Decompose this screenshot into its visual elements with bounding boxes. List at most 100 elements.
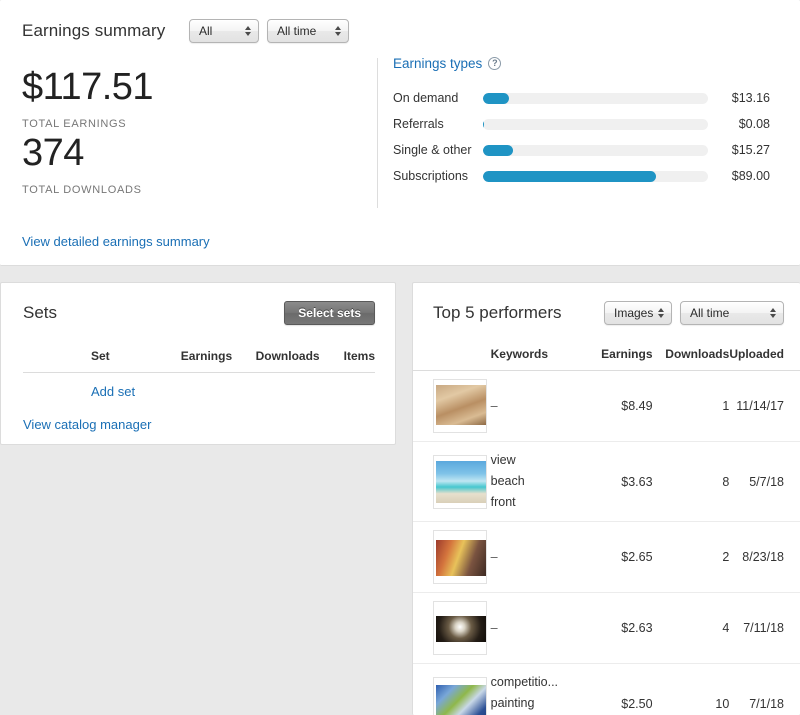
perf-col-thumbnail: [413, 347, 491, 371]
earnings-type-bar-track: [483, 144, 708, 156]
total-downloads-value: 374: [22, 132, 84, 174]
table-row[interactable]: – $2.65 2 8/23/18: [413, 521, 800, 593]
view-detailed-earnings-link[interactable]: View detailed earnings summary: [22, 234, 210, 249]
keyword-tag[interactable]: front: [491, 492, 581, 513]
earnings-type-amount: $13.16: [731, 91, 770, 105]
earnings-type-row: On demand $13.16: [393, 85, 770, 111]
thumbnail-street[interactable]: [433, 530, 487, 584]
earnings-type-label: Single & other: [393, 143, 472, 157]
thumbnail-painting[interactable]: [433, 676, 487, 715]
perf-col-downloads: Downloads: [652, 347, 730, 371]
vertical-divider: [377, 58, 378, 208]
earnings-type-bar-track: [483, 92, 708, 104]
thumbnail-cell: [413, 663, 491, 715]
thumbnail-cell: [413, 441, 491, 522]
summary-left-column: Earnings summary All All time $117.51 TO…: [0, 0, 377, 265]
table-row[interactable]: – $2.63 4 7/11/18: [413, 592, 800, 664]
earnings-type-bar-fill: [483, 144, 513, 156]
question-mark-icon[interactable]: ?: [488, 57, 502, 70]
sets-table-body: Add set: [23, 373, 375, 400]
thumbnail-image: [436, 385, 486, 425]
keywords-cell: –: [490, 370, 581, 442]
summary-header: Earnings summary All All time: [22, 16, 355, 46]
period-select-value: All time: [277, 24, 317, 38]
keyword-tag[interactable]: competitio...: [491, 672, 581, 693]
earnings-type-amount: $15.27: [731, 143, 770, 157]
earnings-type-bar-fill: [483, 170, 657, 182]
earnings-type-row: Subscriptions $89.00: [393, 163, 770, 189]
earnings-summary-panel: Earnings summary All All time $117.51 TO…: [0, 0, 800, 266]
summary-filters: All All time: [189, 19, 355, 43]
thumbnail-beach[interactable]: [433, 454, 487, 509]
uploaded-cell: 7/1/18: [729, 663, 800, 715]
earnings-type-label: Referrals: [393, 117, 444, 131]
keyword-tag[interactable]: view: [491, 450, 581, 471]
uploaded-cell: 8/23/18: [729, 521, 800, 593]
asset-type-select-value: Images: [614, 306, 654, 320]
keyword-tag[interactable]: painting: [491, 693, 581, 714]
scope-select[interactable]: All: [189, 19, 259, 43]
asset-type-select[interactable]: Images: [604, 301, 672, 325]
keywords-cell: –: [490, 521, 581, 593]
thumbnail-image: [436, 460, 486, 503]
select-sets-button[interactable]: Select sets: [284, 301, 375, 325]
table-row[interactable]: competitio...paintingkid$2.50107/1/18: [413, 663, 800, 715]
stepper-icon: [245, 26, 251, 36]
thumbnail-night[interactable]: [433, 601, 487, 655]
thumbnail-cell: [413, 370, 491, 442]
top-performers-header: Top 5 performers Images All time: [413, 299, 800, 327]
sets-panel: Sets Select sets Set Earnings Downloads …: [0, 282, 396, 445]
thumbnail-shells[interactable]: [433, 379, 487, 433]
sets-col-items: Items: [319, 349, 375, 373]
view-catalog-manager-link[interactable]: View catalog manager: [23, 417, 151, 432]
keyword-empty: –: [490, 398, 498, 413]
downloads-cell: 2: [652, 521, 730, 593]
top-performers-panel: Top 5 performers Images All time Keyword…: [412, 282, 800, 715]
uploaded-cell: 5/7/18: [729, 441, 800, 522]
perf-col-earnings: Earnings: [580, 347, 653, 371]
thumbnail-image: [436, 540, 486, 576]
top-period-select[interactable]: All time: [680, 301, 784, 325]
total-downloads-label: TOTAL DOWNLOADS: [22, 184, 142, 196]
add-set-cell: Add set: [23, 373, 147, 399]
top-period-select-value: All time: [690, 306, 730, 320]
downloads-cell: 4: [652, 592, 730, 664]
top-performers-title: Top 5 performers: [433, 303, 562, 322]
sets-col-earnings: Earnings: [146, 349, 233, 373]
perf-col-uploaded: Uploaded: [729, 347, 800, 371]
stepper-icon: [770, 308, 776, 318]
keyword-tag[interactable]: beach: [491, 471, 581, 492]
add-set-row: Add set: [23, 373, 375, 400]
earnings-type-bar-fill: [483, 92, 509, 104]
table-row[interactable]: view beach front $3.63 8 5/7/18: [413, 441, 800, 522]
sets-table: Set Earnings Downloads Items Add set: [23, 349, 375, 399]
earnings-cell: $3.63: [580, 441, 653, 522]
table-row[interactable]: – $8.49 1 11/14/17: [413, 370, 800, 442]
total-earnings-label: TOTAL EARNINGS: [22, 118, 127, 130]
earnings-cell: $8.49: [580, 370, 653, 442]
earnings-cell: $2.63: [580, 592, 653, 664]
earnings-type-amount: $89.00: [731, 169, 770, 183]
earnings-types-title[interactable]: Earnings types: [393, 56, 482, 71]
period-select[interactable]: All time: [267, 19, 349, 43]
earnings-type-bar-track: [483, 170, 708, 182]
earnings-type-label: Subscriptions: [393, 169, 469, 183]
earnings-cell: $2.65: [580, 521, 653, 593]
earnings-type-row: Referrals $0.08: [393, 111, 770, 137]
thumbnail-cell: [413, 592, 491, 664]
empty-cell: [320, 373, 375, 400]
top-performers-filters: Images All time: [604, 301, 784, 325]
keyword-empty: –: [490, 549, 498, 564]
keywords-cell: competitio...paintingkid: [490, 663, 581, 715]
thumbnail-cell: [413, 521, 491, 593]
downloads-cell: 1: [652, 370, 730, 442]
add-set-link[interactable]: Add set: [91, 384, 135, 399]
uploaded-cell: 11/14/17: [729, 370, 800, 442]
keywords-cell: –: [490, 592, 581, 664]
sets-col-set: Set: [23, 349, 147, 373]
sets-table-head: Set Earnings Downloads Items: [23, 349, 375, 373]
dashboard-page: Earnings summary All All time $117.51 TO…: [0, 0, 800, 715]
keyword-empty: –: [490, 620, 498, 635]
perf-header-row: Keywords Earnings Downloads Uploaded: [413, 347, 800, 371]
perf-table-head: Keywords Earnings Downloads Uploaded: [413, 347, 800, 371]
